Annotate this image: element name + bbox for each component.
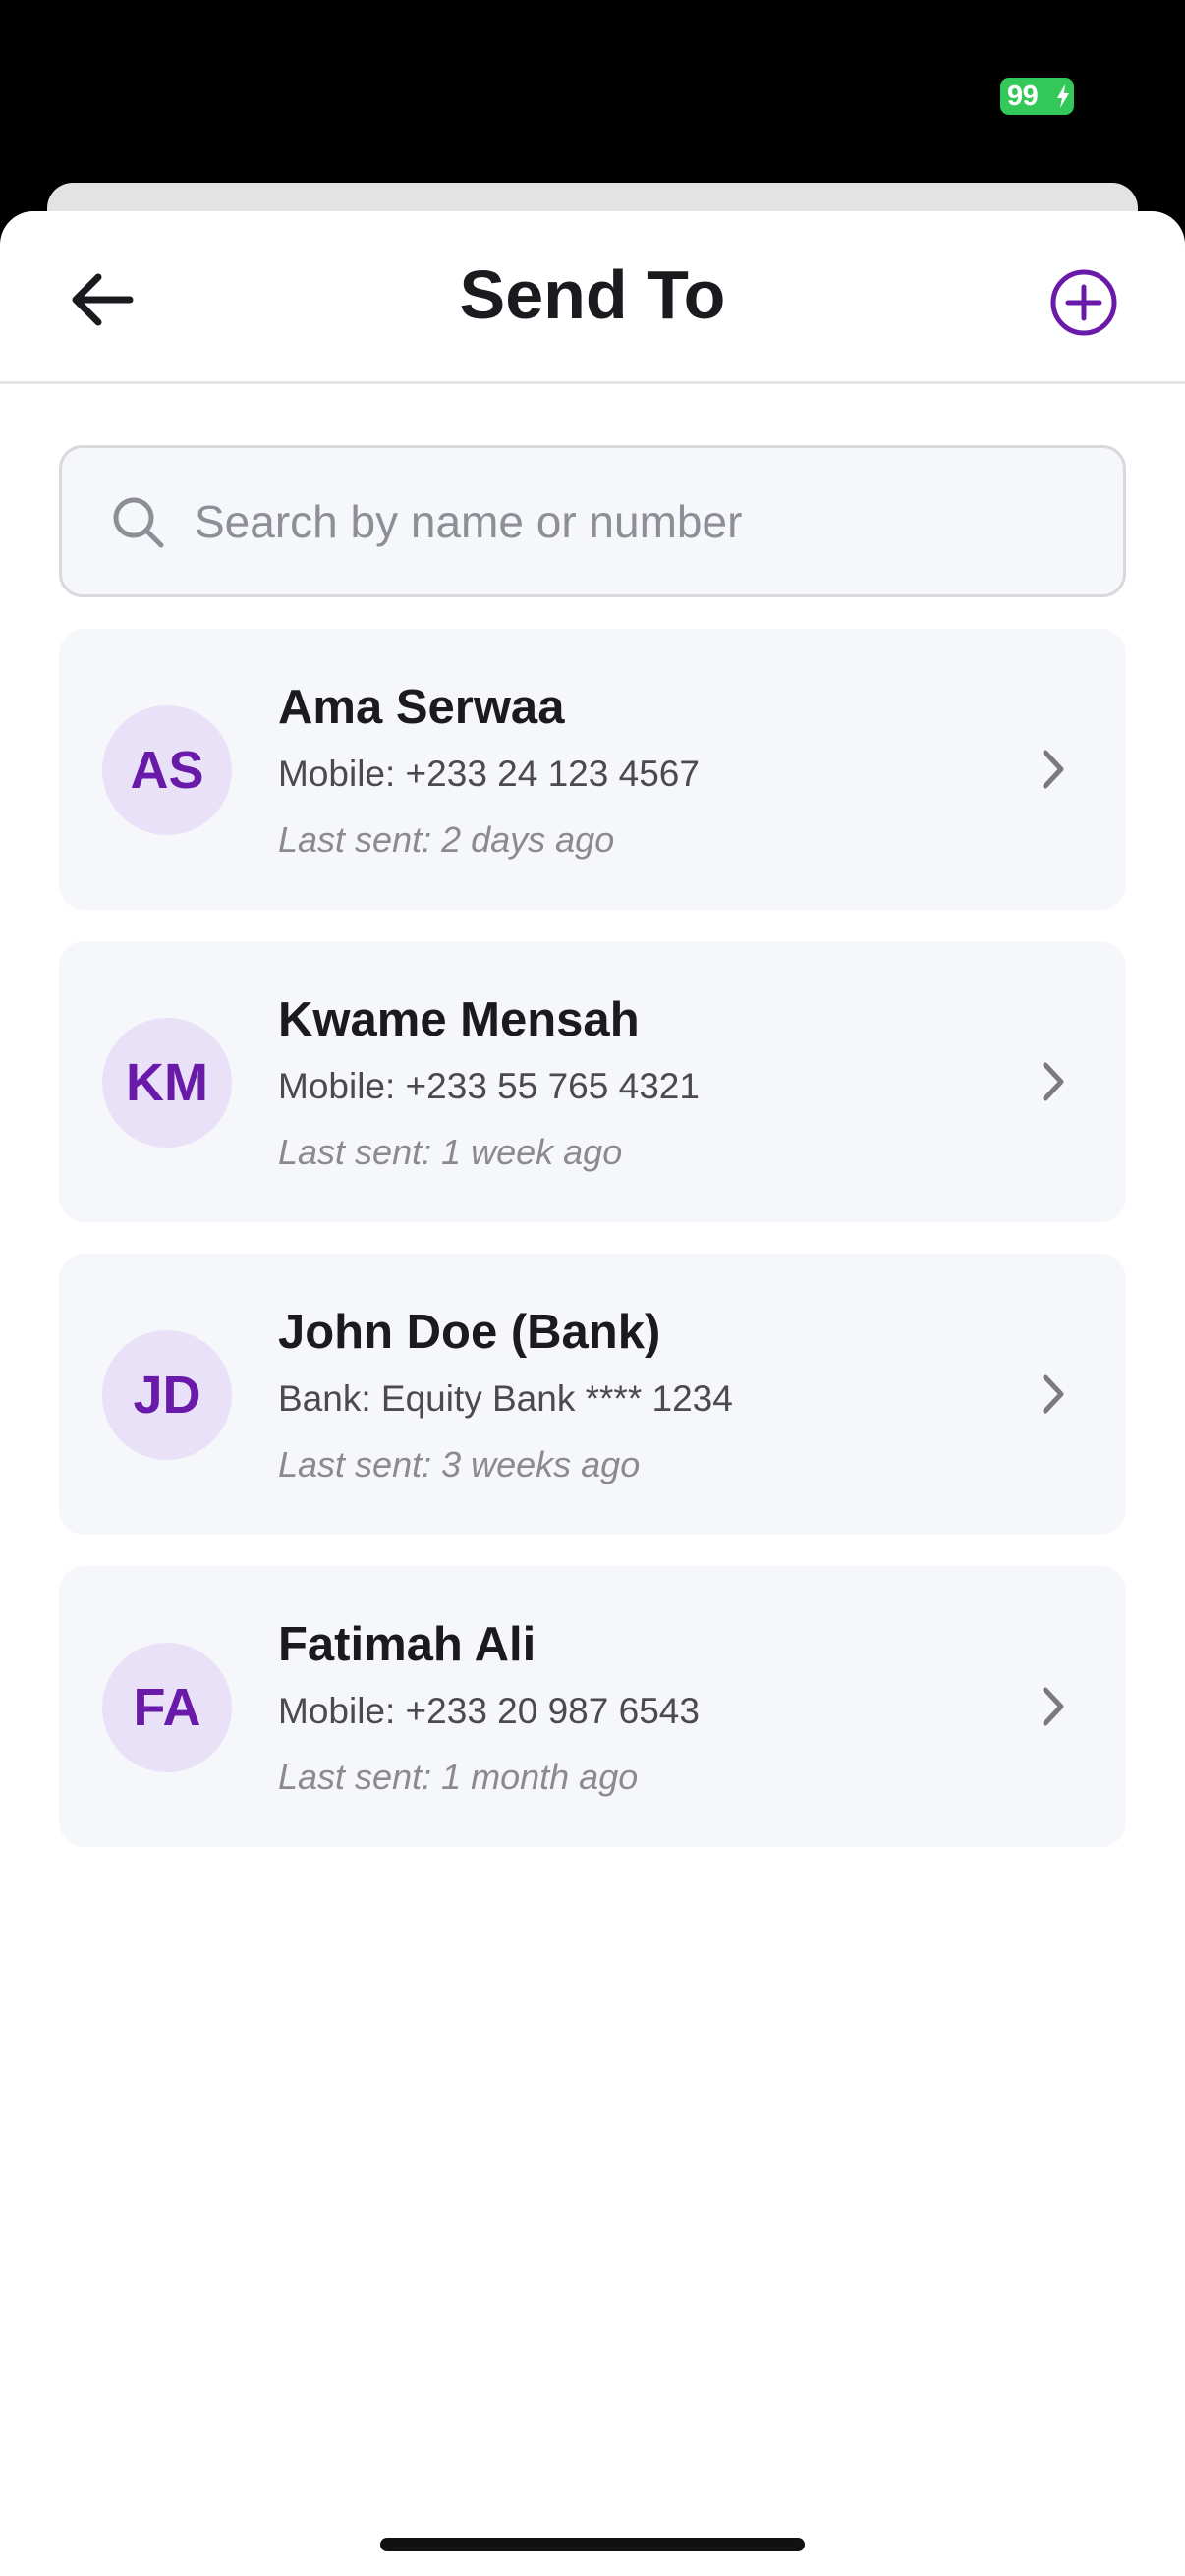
- contact-detail: Mobile: +233 55 765 4321: [278, 1066, 700, 1106]
- avatar: AS: [102, 705, 232, 835]
- contact-detail: Mobile: +233 24 123 4567: [278, 754, 700, 794]
- contact-name: Ama Serwaa: [278, 681, 565, 734]
- contact-last-sent: Last sent: 3 weeks ago: [278, 1444, 641, 1484]
- chevron-right-icon: [1043, 1062, 1064, 1101]
- charging-bolt-icon: [1057, 84, 1069, 108]
- search-input[interactable]: [195, 468, 1079, 576]
- search-icon: [113, 497, 164, 548]
- contact-last-sent: Last sent: 1 month ago: [278, 1757, 639, 1797]
- chevron-right-icon: [1043, 1687, 1064, 1726]
- battery-indicator: 99: [1000, 78, 1074, 115]
- page-title: Send To: [459, 256, 726, 333]
- contact-list: AS Ama Serwaa Mobile: +233 24 123 4567 L…: [59, 629, 1126, 1878]
- header: Send To: [0, 211, 1185, 384]
- avatar: JD: [102, 1330, 232, 1460]
- contact-item-john-doe-bank[interactable]: JD John Doe (Bank) Bank: Equity Bank ***…: [59, 1254, 1126, 1535]
- contact-item-fatimah-ali[interactable]: FA Fatimah Ali Mobile: +233 20 987 6543 …: [59, 1566, 1126, 1847]
- avatar: FA: [102, 1643, 232, 1772]
- contact-name: John Doe (Bank): [278, 1306, 661, 1359]
- home-indicator[interactable]: [380, 2538, 805, 2551]
- send-to-sheet: Send To AS Ama Serwaa Mobile: +233 24 12…: [0, 211, 1185, 2576]
- contact-detail: Bank: Equity Bank **** 1234: [278, 1378, 733, 1419]
- contact-detail: Mobile: +233 20 987 6543: [278, 1691, 700, 1731]
- add-recipient-button[interactable]: [1042, 260, 1126, 345]
- battery-level: 99: [1007, 81, 1039, 112]
- contact-name: Fatimah Ali: [278, 1618, 536, 1671]
- contact-item-ama-serwaa[interactable]: AS Ama Serwaa Mobile: +233 24 123 4567 L…: [59, 629, 1126, 910]
- search-box[interactable]: [59, 445, 1126, 597]
- contact-last-sent: Last sent: 1 week ago: [278, 1132, 623, 1172]
- contact-last-sent: Last sent: 2 days ago: [278, 819, 615, 860]
- plus-circle-icon: [1050, 269, 1117, 336]
- contact-item-kwame-mensah[interactable]: KM Kwame Mensah Mobile: +233 55 765 4321…: [59, 941, 1126, 1222]
- chevron-right-icon: [1043, 750, 1064, 789]
- status-bar: 99: [0, 0, 1185, 183]
- contact-name: Kwame Mensah: [278, 993, 640, 1046]
- chevron-right-icon: [1043, 1374, 1064, 1414]
- avatar: KM: [102, 1018, 232, 1148]
